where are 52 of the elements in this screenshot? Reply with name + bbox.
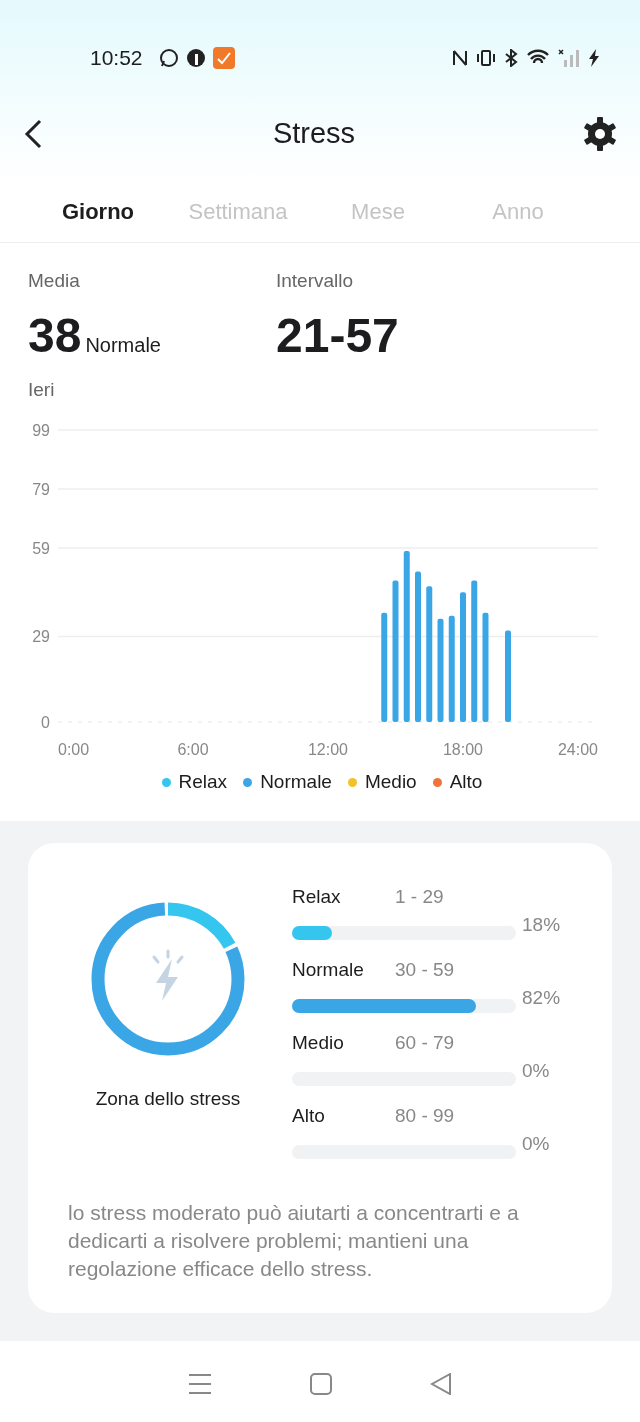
axis-label: 59: [32, 540, 50, 557]
signal-icon: [558, 49, 580, 67]
zone-range: 80 - 99: [395, 1103, 455, 1128]
zone-name: Normale: [292, 957, 365, 982]
tab[interactable]: Settimana: [168, 195, 308, 228]
zone-percent: 18%: [522, 913, 562, 937]
zone-range: 1 - 29: [395, 884, 444, 909]
zone-percent: 82%: [522, 986, 562, 1010]
vibrate-icon: [476, 49, 496, 67]
app-icon: [212, 47, 235, 69]
zone-name: Alto: [292, 1103, 326, 1128]
zone-range: 60 - 79: [395, 1030, 455, 1055]
zone-name: Medio: [292, 1030, 345, 1055]
axis-label: 24:00: [557, 741, 598, 758]
charging-icon: [588, 49, 600, 67]
home-icon[interactable]: [310, 1372, 332, 1395]
stat-label: Media: [28, 269, 81, 293]
page-title: Stress: [272, 116, 356, 151]
axis-label: 79: [32, 481, 50, 498]
back-icon[interactable]: [430, 1372, 452, 1395]
nfc-icon: [452, 49, 468, 67]
stat-status: Normale: [85, 332, 161, 358]
social-icon: [186, 49, 205, 67]
axis-label: 6:00: [177, 741, 209, 758]
stat-value: 38: [28, 311, 82, 360]
axis-label: 29: [32, 628, 50, 646]
axis-label: 18:00: [443, 741, 483, 758]
stat-value: 21-57: [276, 311, 399, 360]
zone-percent: 0%: [522, 1132, 551, 1156]
settings-button[interactable]: [582, 115, 618, 152]
zone-title: Zona dello stress: [95, 1086, 241, 1111]
tab[interactable]: Giorno: [28, 195, 168, 228]
axis-label: 0:00: [58, 741, 90, 758]
legend-label: Normale: [260, 770, 332, 794]
tab[interactable]: Mese: [308, 195, 448, 228]
zone-name: Relax: [292, 884, 342, 909]
legend-label: Relax: [178, 770, 228, 794]
tab[interactable]: Anno: [448, 195, 588, 228]
axis-label: 12:00: [308, 741, 348, 758]
legend-label: Medio: [364, 770, 417, 794]
axis-label: 0: [41, 714, 50, 731]
advice-text: lo stress moderato può aiutarti a concentrarti e a dedicarti a risolvere problemi; mantieni una regolazione efficace dello stress.: [68, 1199, 520, 1283]
zone-range: 30 - 59: [395, 957, 455, 982]
axis-label: 99: [32, 422, 50, 439]
zone-percent: 0%: [522, 1059, 551, 1083]
bluetooth-icon: [504, 49, 518, 67]
status-time: 10:52: [90, 45, 143, 72]
menu-icon[interactable]: [188, 1372, 212, 1395]
chat-icon: [158, 48, 179, 68]
stat-label: Intervallo: [276, 269, 355, 293]
day-label: Ieri: [28, 377, 56, 402]
legend-label: Alto: [449, 770, 483, 794]
